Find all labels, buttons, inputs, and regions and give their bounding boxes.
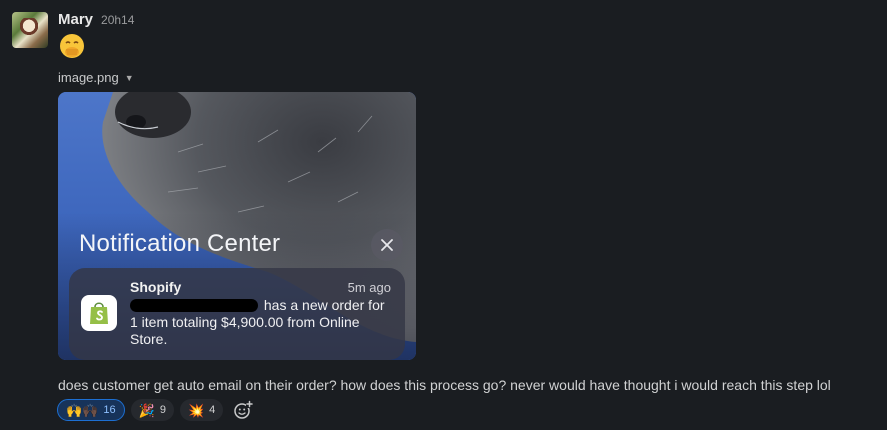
collision-icon: 💥 xyxy=(187,402,205,418)
raised-hands-icon: 🙌🙌🏿 xyxy=(66,402,99,418)
notification-time: 5m ago xyxy=(347,280,391,295)
reaction-tada[interactable]: 🎉 9 xyxy=(130,399,174,421)
close-icon xyxy=(371,229,403,261)
shopify-notification: Shopify 5m ago has a new order for 1 ite… xyxy=(69,268,405,360)
notification-center-title: Notification Center xyxy=(79,230,281,257)
message-timestamp[interactable]: 20h14 xyxy=(101,13,134,27)
attachment-filename[interactable]: image.png ▼ xyxy=(58,70,134,85)
message-header: Mary 20h14 xyxy=(58,11,134,28)
filename-text: image.png xyxy=(58,70,119,85)
image-attachment[interactable]: Notification Center Shopify 5m ago has a… xyxy=(58,92,416,360)
shopify-bag-icon xyxy=(81,295,117,331)
chevron-down-icon[interactable]: ▼ xyxy=(125,73,134,83)
reaction-count: 9 xyxy=(159,404,166,416)
notification-body: has a new order for 1 item totaling $4,9… xyxy=(130,297,392,348)
message-text: does customer get auto email on their or… xyxy=(58,377,831,393)
redaction-bar xyxy=(130,299,258,312)
notification-app-name: Shopify xyxy=(130,279,182,295)
party-popper-icon: 🎉 xyxy=(138,402,155,418)
face-with-hand-emoji-icon xyxy=(58,32,86,60)
add-reaction-icon[interactable] xyxy=(229,399,257,421)
avatar[interactable] xyxy=(12,12,48,48)
author-name[interactable]: Mary xyxy=(58,11,93,28)
reaction-count: 4 xyxy=(209,404,216,416)
reaction-count: 16 xyxy=(103,404,116,416)
reaction-bar: 🙌🙌🏿 16 🎉 9 💥 4 xyxy=(57,399,257,421)
reaction-boom[interactable]: 💥 4 xyxy=(179,399,224,421)
reaction-raised-hands[interactable]: 🙌🙌🏿 16 xyxy=(57,399,125,421)
